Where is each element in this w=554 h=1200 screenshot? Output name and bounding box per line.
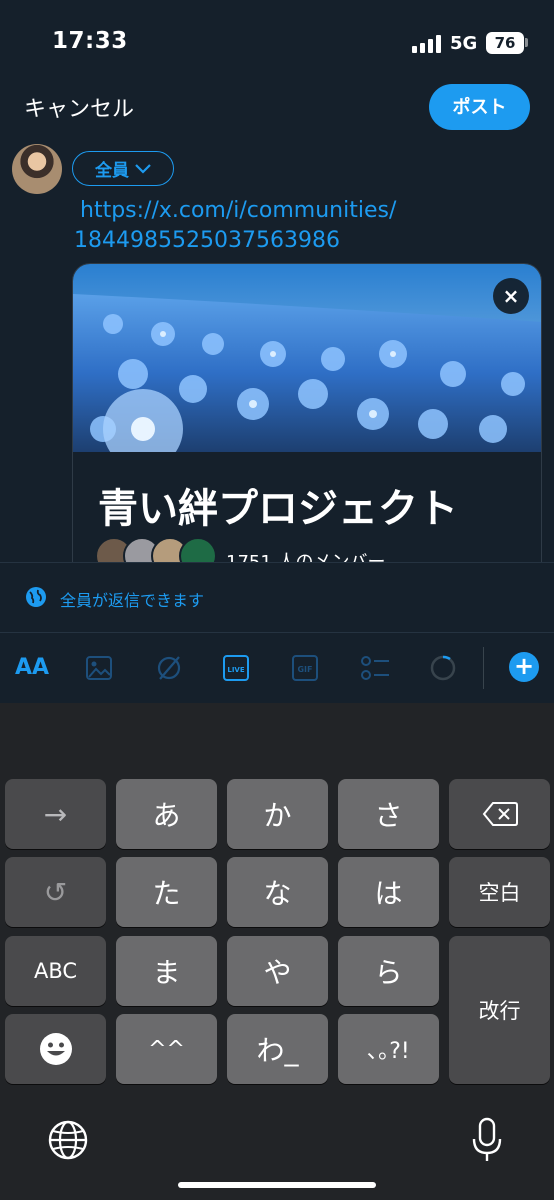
card-image [73, 264, 541, 452]
poll-icon[interactable] [360, 653, 390, 683]
link-line-2: 1844985525037563986 [74, 228, 340, 253]
compose-toolbar: AA LIVE GIF + [0, 633, 554, 703]
audience-label: 全員 [95, 161, 129, 181]
card-title: 青い絆プロジェクト [98, 486, 458, 532]
home-indicator [178, 1182, 376, 1188]
key-undo[interactable]: ↺ [5, 857, 106, 927]
emoji-icon [39, 1033, 72, 1065]
battery-tip [525, 38, 528, 47]
link-line-1: https://x.com/i/communities/ [80, 198, 397, 223]
post-button[interactable]: ポスト [429, 84, 530, 130]
key-ta[interactable]: た [116, 857, 217, 927]
key-space[interactable]: 空白 [449, 857, 550, 927]
key-na[interactable]: な [227, 857, 328, 927]
tweet-text[interactable]: https://x.com/i/communities/ 18449855250… [74, 196, 434, 256]
cancel-button[interactable]: キャンセル [24, 91, 134, 123]
key-ma[interactable]: ま [116, 936, 217, 1006]
globe-icon [26, 587, 46, 607]
member-avatar [179, 537, 217, 563]
key-a[interactable]: あ [116, 779, 217, 849]
key-ra[interactable]: ら [338, 936, 439, 1006]
microphone-icon[interactable] [470, 1117, 504, 1163]
key-punctuation[interactable]: ､｡?! [338, 1014, 439, 1084]
member-count: 1751 人のメンバー [226, 552, 386, 563]
close-icon[interactable]: × [493, 278, 529, 314]
audience-selector[interactable]: 全員 [72, 151, 174, 186]
network-type: 5G [450, 33, 478, 54]
live-icon[interactable]: LIVE [223, 653, 249, 683]
key-abc[interactable]: ABC [5, 936, 106, 1006]
text-format-button[interactable]: AA [15, 655, 49, 680]
key-delete[interactable] [449, 779, 550, 849]
key-ka[interactable]: か [227, 779, 328, 849]
grok-icon[interactable] [155, 653, 183, 683]
key-return[interactable]: 改行 [449, 936, 550, 1084]
link-card[interactable]: × 青い絆プロジェクト 1751 人のメンバー [72, 263, 542, 563]
add-post-button[interactable]: + [509, 652, 539, 682]
key-wa[interactable]: わ_ [227, 1014, 328, 1084]
key-ya[interactable]: や [227, 936, 328, 1006]
keyboard: → あ か さ ↺ た な は 空白 ABC ま や ら 改行 ^^ わ_ ､｡… [0, 703, 554, 1200]
gif-label: GIF [297, 665, 312, 674]
key-arrow-right[interactable]: → [5, 779, 106, 849]
member-avatars [95, 537, 221, 563]
battery-icon: 76 [486, 32, 524, 54]
reply-setting[interactable]: 全員が返信できます [0, 562, 554, 633]
key-ha[interactable]: は [338, 857, 439, 927]
gif-icon[interactable]: GIF [292, 653, 318, 683]
globe-icon[interactable] [47, 1119, 89, 1161]
avatar[interactable] [12, 144, 62, 194]
character-count-icon [430, 655, 456, 681]
status-time: 17:33 [52, 28, 128, 54]
chevron-down-icon [135, 163, 151, 174]
key-emoji[interactable] [5, 1014, 106, 1084]
signal-strength-icon [412, 35, 442, 53]
reply-setting-label: 全員が返信できます [60, 591, 205, 610]
toolbar-divider [483, 647, 484, 689]
key-sa[interactable]: さ [338, 779, 439, 849]
live-label: LIVE [227, 666, 244, 674]
image-icon[interactable] [86, 653, 112, 683]
backspace-icon [482, 802, 518, 826]
key-kaomoji[interactable]: ^^ [116, 1014, 217, 1084]
